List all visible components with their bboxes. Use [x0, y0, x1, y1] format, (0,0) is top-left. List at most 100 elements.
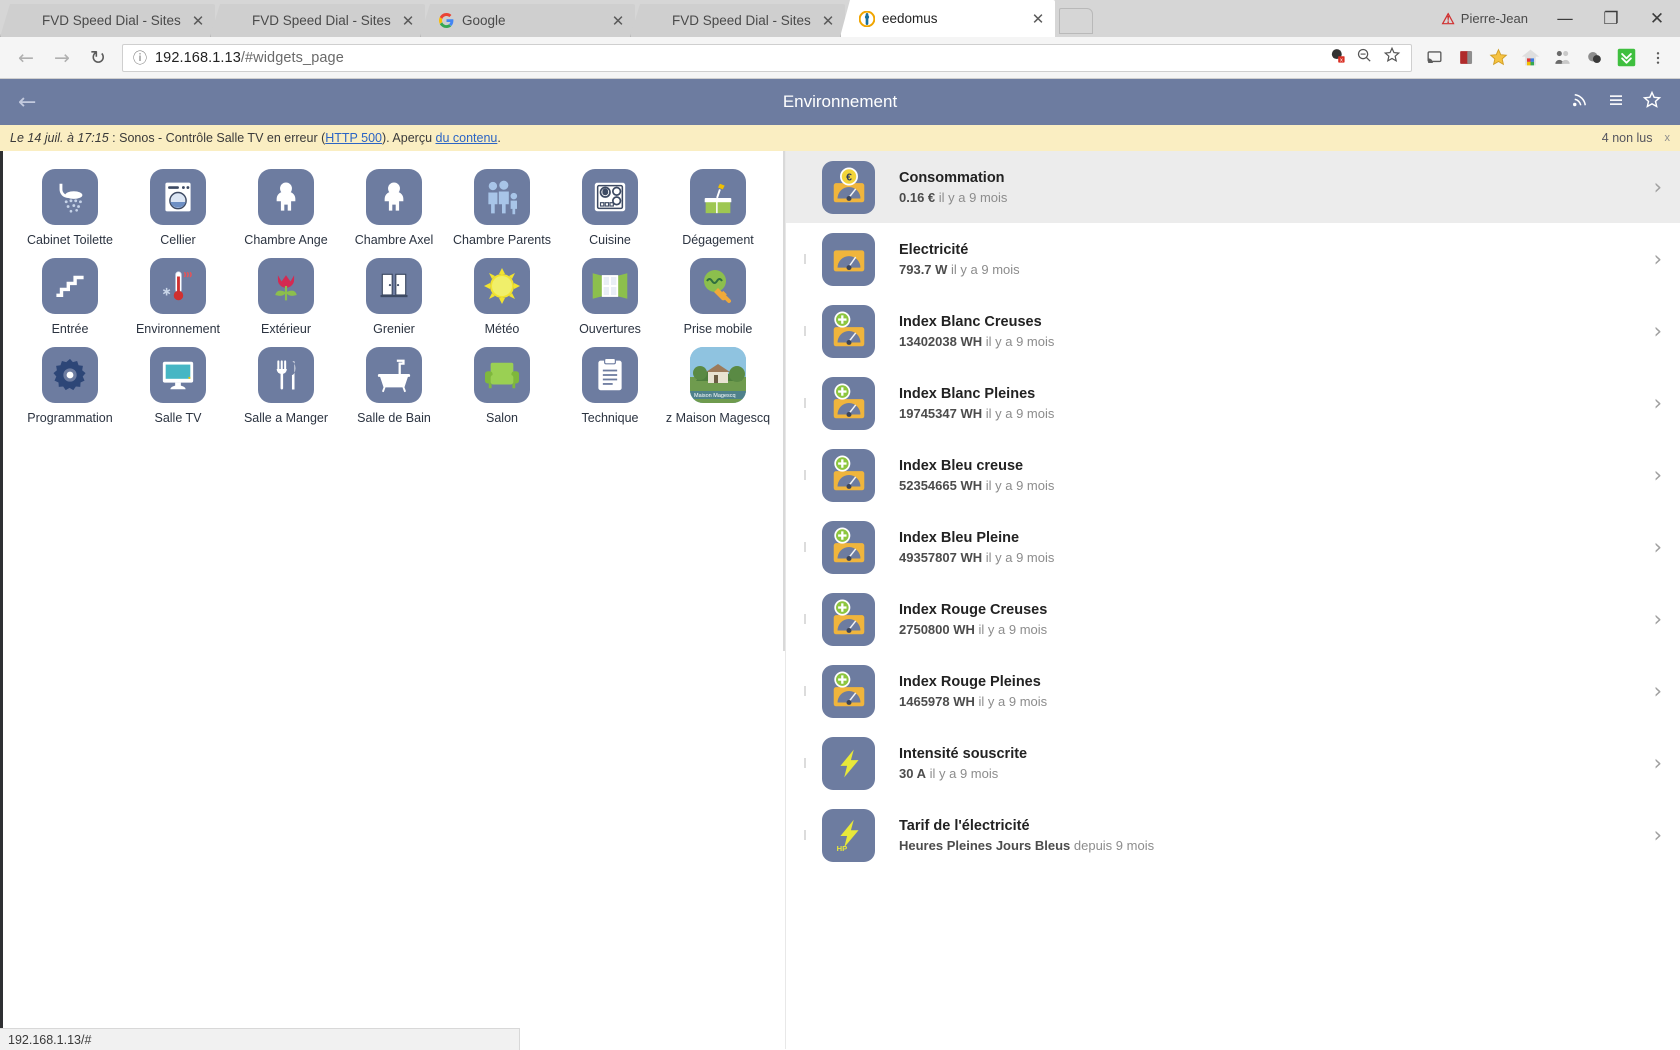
tile-label: Chambre Ange — [244, 233, 328, 247]
device-title: Electricité — [899, 241, 969, 258]
tile-label: Cabinet Toilette — [27, 233, 113, 247]
minimize-button[interactable]: — — [1542, 0, 1588, 37]
tile-ouvertures[interactable]: Ouvertures — [556, 258, 664, 337]
sun-icon — [474, 258, 530, 314]
device-row-tarif-electricite[interactable]: HP Tarif de l'électricité Heures Pleines… — [786, 799, 1680, 871]
back-button[interactable]: ← — [8, 40, 44, 76]
tile-prise-mobile[interactable]: Prise mobile — [664, 258, 772, 337]
tile-cuisine[interactable]: Cuisine — [556, 169, 664, 248]
device-subtitle: 0.16 € il y a 9 mois — [899, 189, 1008, 205]
tile-chambre-ange[interactable]: Chambre Ange — [232, 169, 340, 248]
tile-salon[interactable]: Salon — [448, 347, 556, 426]
chevron-right-icon[interactable]: › — [1654, 391, 1662, 415]
device-row-intensite-souscrite[interactable]: Intensité souscrite 30 A il y a 9 mois › — [786, 727, 1680, 799]
gauge-plus-icon — [822, 664, 875, 718]
tile-programmation[interactable]: Programmation — [16, 347, 124, 426]
tab-close-icon[interactable]: ✕ — [189, 12, 207, 30]
star-icon[interactable] — [1484, 44, 1512, 72]
device-row-index-rouge-pleines[interactable]: Index Rouge Pleines 1465978 WH il y a 9 … — [786, 655, 1680, 727]
chevron-right-icon[interactable]: › — [1654, 751, 1662, 775]
washing-machine-icon — [150, 169, 206, 225]
close-window-button[interactable]: ✕ — [1634, 0, 1680, 37]
tile-salle-de-bain[interactable]: Salle de Bain — [340, 347, 448, 426]
maximize-button[interactable]: ❐ — [1588, 0, 1634, 37]
tile-meteo[interactable]: Météo — [448, 258, 556, 337]
tab-close-icon[interactable]: ✕ — [1029, 10, 1047, 28]
chevron-right-icon[interactable]: › — [1654, 175, 1662, 199]
page-content: Cabinet Toilette Cellier Chambre Ange Ch… — [0, 151, 1680, 1049]
people-icon[interactable] — [1548, 44, 1576, 72]
device-row-index-bleu-pleine[interactable]: Index Bleu Pleine 49357807 WH il y a 9 m… — [786, 511, 1680, 583]
device-row-index-bleu-creuse[interactable]: Index Bleu creuse 52354665 WH il y a 9 m… — [786, 439, 1680, 511]
profile-indicator[interactable]: ⚠ Pierre-Jean — [1441, 0, 1528, 37]
device-row-index-rouge-creuses[interactable]: Index Rouge Creuses 2750800 WH il y a 9 … — [786, 583, 1680, 655]
tile-environnement[interactable]: Environnement — [124, 258, 232, 337]
tile-label: Salle de Bain — [357, 411, 431, 425]
browser-tab-4[interactable]: eedomus ✕ — [840, 0, 1055, 37]
chevron-right-icon[interactable]: › — [1654, 535, 1662, 559]
tile-label: Chambre Axel — [354, 233, 434, 247]
tab-close-icon[interactable]: ✕ — [399, 12, 417, 30]
zoom-out-icon[interactable] — [1356, 47, 1373, 69]
tile-label: Ouvertures — [579, 322, 641, 336]
tile-degagement[interactable]: Dégagement — [664, 169, 772, 248]
tile-entree[interactable]: Entrée — [16, 258, 124, 337]
dark-mode-icon[interactable] — [1580, 44, 1608, 72]
chevron-right-icon[interactable]: › — [1654, 247, 1662, 271]
device-row-index-blanc-creuses[interactable]: Index Blanc Creuses 13402038 WH il y a 9… — [786, 295, 1680, 367]
chevron-right-icon[interactable]: › — [1654, 823, 1662, 847]
cutlery-icon — [258, 347, 314, 403]
tile-exterieur[interactable]: Extérieur — [232, 258, 340, 337]
tile-grenier[interactable]: Grenier — [340, 258, 448, 337]
tile-salle-a-manger[interactable]: Salle a Manger — [232, 347, 340, 426]
browser-tab-3[interactable]: FVD Speed Dial - Sites ✕ — [630, 4, 845, 37]
download-icon[interactable] — [1612, 44, 1640, 72]
new-tab-button[interactable] — [1059, 8, 1093, 34]
tile-chambre-parents[interactable]: Chambre Parents — [448, 169, 556, 248]
pocket-icon[interactable] — [1452, 44, 1480, 72]
tile-cellier[interactable]: Cellier — [124, 169, 232, 248]
favorite-star-icon[interactable] — [1642, 90, 1662, 115]
tile-salle-tv[interactable]: Salle TV — [124, 347, 232, 426]
device-row-consommation[interactable]: € Consommation 0.16 € il y a 9 mois › — [786, 151, 1680, 223]
site-info-icon[interactable]: ⓘ — [129, 47, 151, 69]
chevron-right-icon[interactable]: › — [1654, 463, 1662, 487]
tile-label: Technique — [581, 411, 639, 425]
url-text: 192.168.1.13/#widgets_page — [155, 49, 344, 66]
browser-tab-0[interactable]: FVD Speed Dial - Sites ✕ — [0, 4, 215, 37]
hamburger-icon[interactable] — [1606, 92, 1626, 113]
tab-close-icon[interactable]: ✕ — [819, 12, 837, 30]
browser-tab-2[interactable]: Google ✕ — [420, 4, 635, 37]
bookmark-star-icon[interactable] — [1383, 46, 1401, 69]
notification-close-icon[interactable]: x — [1665, 132, 1671, 144]
profile-avatar-icon: ⚠ — [1441, 10, 1455, 28]
signal-icon[interactable] — [1570, 91, 1590, 114]
notification-link-content[interactable]: du contenu — [436, 131, 498, 145]
device-subtitle: 2750800 WH il y a 9 mois — [899, 621, 1048, 637]
row-divider — [804, 326, 806, 336]
window-icon — [582, 258, 638, 314]
family-icon — [474, 169, 530, 225]
forward-button[interactable]: → — [44, 40, 80, 76]
home-colored-icon[interactable] — [1516, 44, 1544, 72]
browser-tab-1[interactable]: FVD Speed Dial - Sites ✕ — [210, 4, 425, 37]
address-bar[interactable]: ⓘ 192.168.1.13/#widgets_page x — [122, 43, 1412, 72]
device-row-electricite[interactable]: Electricité 793.7 W il y a 9 mois › — [786, 223, 1680, 295]
row-divider — [804, 254, 806, 264]
chevron-right-icon[interactable]: › — [1654, 679, 1662, 703]
chevron-right-icon[interactable]: › — [1654, 607, 1662, 631]
gauge-plus-icon — [822, 520, 875, 574]
adblock-icon[interactable]: x — [1329, 47, 1346, 69]
tile-chambre-axel[interactable]: Chambre Axel — [340, 169, 448, 248]
tile-technique[interactable]: Technique — [556, 347, 664, 426]
chrome-menu-icon[interactable] — [1644, 44, 1672, 72]
tile-z-maison-magescq[interactable]: Maison Magescq z Maison Magescq — [664, 347, 772, 426]
thermometer-icon — [150, 258, 206, 314]
chevron-right-icon[interactable]: › — [1654, 319, 1662, 343]
reload-button[interactable]: ↻ — [80, 40, 116, 76]
notification-link-http[interactable]: HTTP 500 — [325, 131, 382, 145]
tab-close-icon[interactable]: ✕ — [609, 12, 627, 30]
cast-icon[interactable] — [1420, 44, 1448, 72]
device-row-index-blanc-pleines[interactable]: Index Blanc Pleines 19745347 WH il y a 9… — [786, 367, 1680, 439]
tile-cabinet-toilette[interactable]: Cabinet Toilette — [16, 169, 124, 248]
